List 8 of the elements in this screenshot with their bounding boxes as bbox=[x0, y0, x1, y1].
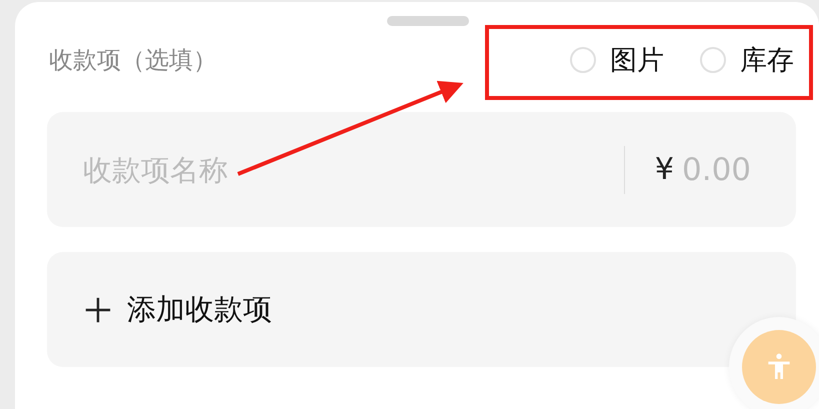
add-item-button[interactable]: 添加收款项 bbox=[47, 252, 796, 367]
radio-option[interactable]: 库存 bbox=[700, 42, 794, 78]
amount-field[interactable]: 0.00 bbox=[682, 152, 762, 188]
radio-option[interactable]: 图片 bbox=[570, 42, 664, 78]
section-label: 收款项（选填） bbox=[49, 45, 217, 76]
currency-symbol: ¥ bbox=[654, 152, 674, 187]
drag-handle[interactable] bbox=[386, 16, 468, 26]
item-name-field[interactable]: 收款项名称 bbox=[81, 152, 624, 188]
